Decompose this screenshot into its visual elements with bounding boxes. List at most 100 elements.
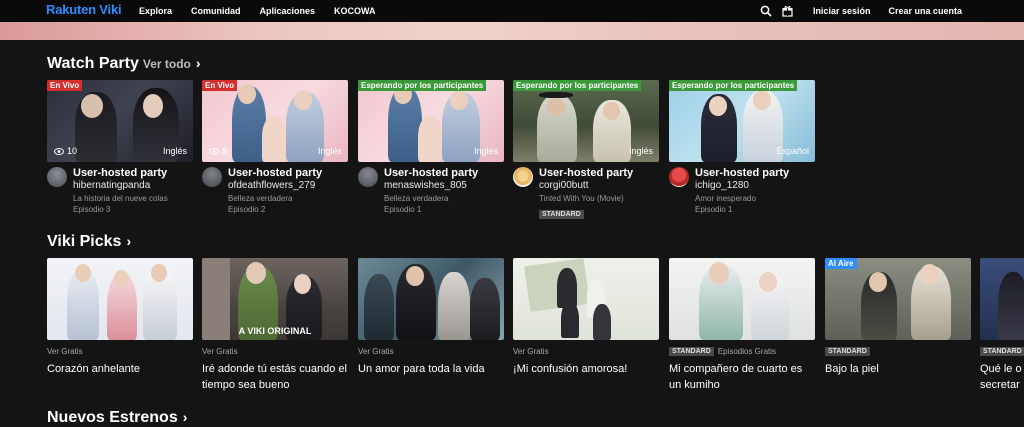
- waiting-badge: Esperando por los participantes: [513, 80, 642, 91]
- watch-party-card[interactable]: Esperando por los participantes Español …: [669, 80, 815, 221]
- viki-pick-card[interactable]: Ver Gratis Un amor para toda la vida: [358, 258, 504, 377]
- host-avatar[interactable]: [202, 167, 222, 187]
- party-thumbnail[interactable]: Esperando por los participantes Inglés: [513, 80, 659, 162]
- pick-thumbnail[interactable]: [669, 258, 815, 340]
- standard-tag: STANDARD: [669, 346, 714, 356]
- party-meta: User-hosted party ichigo_1280 Amor inesp…: [669, 167, 815, 221]
- new-releases-heading: Nuevos Estrenos ›: [47, 409, 187, 427]
- party-episode: Episodio 1: [695, 205, 733, 214]
- party-thumbnail[interactable]: En Vivo 10 Inglés: [47, 80, 193, 162]
- pick-availability: Ver Gratis: [513, 346, 549, 356]
- party-thumbnail[interactable]: En Vivo 8 Inglés: [202, 80, 348, 162]
- pick-title[interactable]: Iré adonde tú estás cuando el tiempo sea…: [202, 361, 348, 393]
- party-show-title: Amor inesperado: [695, 194, 756, 203]
- party-meta: User-hosted party hibernatingpanda La hi…: [47, 167, 193, 221]
- waiting-badge: Esperando por los participantes: [669, 80, 798, 91]
- viewer-count-value: 8: [222, 146, 228, 156]
- host-avatar[interactable]: [47, 167, 67, 187]
- chevron-right-icon[interactable]: ›: [183, 409, 188, 425]
- party-title[interactable]: User-hosted party: [228, 167, 348, 179]
- watch-party-card[interactable]: Esperando por los participantes Inglés U…: [513, 80, 659, 221]
- pick-thumbnail[interactable]: [980, 258, 1024, 340]
- create-account-link[interactable]: Crear una cuenta: [888, 6, 962, 16]
- viki-pick-card[interactable]: STANDARD Episodios Gratis Mi compañero d…: [669, 258, 815, 393]
- party-episode: Episodio 2: [228, 205, 266, 214]
- standard-tag: STANDARD: [980, 346, 1024, 356]
- party-episode: Episodio 3: [73, 205, 111, 214]
- pick-title[interactable]: Corazón anhelante: [47, 361, 193, 377]
- nav-links: Explora Comunidad Aplicaciones KOCOWA: [139, 0, 395, 22]
- host-avatar[interactable]: [358, 167, 378, 187]
- chevron-right-icon[interactable]: ›: [126, 233, 131, 249]
- nav-link-kocowa[interactable]: KOCOWA: [334, 6, 376, 16]
- pick-title[interactable]: Bajo la piel: [825, 361, 971, 377]
- party-thumbnail[interactable]: Esperando por los participantes Español: [669, 80, 815, 162]
- live-badge: En Vivo: [202, 80, 238, 91]
- see-all-link[interactable]: Ver todo: [143, 57, 191, 71]
- pick-availability: Ver Gratis: [358, 346, 394, 356]
- top-navbar: Rakuten Viki Explora Comunidad Aplicacio…: [0, 0, 1024, 22]
- live-badge: En Vivo: [47, 80, 83, 91]
- party-host-name[interactable]: ichigo_1280: [695, 180, 815, 191]
- pick-thumbnail[interactable]: Al Aire: [825, 258, 971, 340]
- party-title[interactable]: User-hosted party: [73, 167, 193, 179]
- viki-pick-card[interactable]: Ver Gratis ¡Mi confusión amorosa!: [513, 258, 659, 377]
- pick-thumbnail[interactable]: [513, 258, 659, 340]
- standard-tag: STANDARD: [825, 346, 870, 356]
- party-title[interactable]: User-hosted party: [539, 167, 659, 179]
- party-host-name[interactable]: corgi00butt: [539, 180, 659, 191]
- watch-party-card[interactable]: Esperando por los participantes Inglés U…: [358, 80, 504, 221]
- pick-title[interactable]: Qué le o secretar: [980, 361, 1024, 393]
- pick-title[interactable]: Mi compañero de cuarto es un kumiho: [669, 361, 815, 393]
- pick-availability: Ver Gratis: [202, 346, 238, 356]
- watch-party-card[interactable]: En Vivo 10 Inglés User-hosted party hibe…: [47, 80, 193, 221]
- pick-availability: STANDARD: [825, 346, 971, 356]
- party-host-name[interactable]: ofdeathflowers_279: [228, 180, 348, 191]
- party-host-name[interactable]: menaswishes_805: [384, 180, 504, 191]
- pick-meta: Ver Gratis Un amor para toda la vida: [358, 346, 504, 377]
- pick-meta: Ver Gratis ¡Mi confusión amorosa!: [513, 346, 659, 377]
- pick-availability: Ver Gratis: [47, 346, 83, 356]
- search-icon[interactable]: [759, 4, 773, 18]
- party-thumbnail[interactable]: Esperando por los participantes Inglés: [358, 80, 504, 162]
- new-releases-title[interactable]: Nuevos Estrenos: [47, 409, 178, 426]
- pick-thumbnail[interactable]: [358, 258, 504, 340]
- viki-pick-card[interactable]: Al Aire STANDARD Bajo la piel: [825, 258, 971, 377]
- pick-title[interactable]: Un amor para toda la vida: [358, 361, 504, 377]
- nav-link-aplicaciones[interactable]: Aplicaciones: [260, 6, 316, 16]
- nav-link-explora[interactable]: Explora: [139, 6, 172, 16]
- watch-party-card[interactable]: En Vivo 8 Inglés User-hosted party ofdea…: [202, 80, 348, 221]
- chevron-right-icon[interactable]: ›: [196, 55, 201, 71]
- pick-thumbnail[interactable]: [47, 258, 193, 340]
- language-label: Inglés: [162, 146, 187, 156]
- party-meta: User-hosted party ofdeathflowers_279 Bel…: [202, 167, 348, 221]
- viki-pick-card[interactable]: STANDARD Qué le o secretar: [980, 258, 1024, 393]
- host-avatar[interactable]: [513, 167, 533, 187]
- party-title[interactable]: User-hosted party: [384, 167, 504, 179]
- party-show-title: Belleza verdadera: [228, 194, 293, 203]
- viki-picks-title[interactable]: Viki Picks: [47, 233, 121, 250]
- pick-meta: STANDARD Qué le o secretar: [980, 346, 1024, 393]
- nav-link-comunidad[interactable]: Comunidad: [191, 6, 241, 16]
- pick-availability: STANDARD: [980, 346, 1024, 356]
- on-air-badge: Al Aire: [825, 258, 857, 269]
- viki-pick-card[interactable]: Ver Gratis Corazón anhelante: [47, 258, 193, 377]
- pick-title[interactable]: ¡Mi confusión amorosa!: [513, 361, 659, 377]
- language-label: Español: [776, 146, 809, 156]
- host-avatar[interactable]: [669, 167, 689, 187]
- pick-meta: STANDARD Bajo la piel: [825, 346, 971, 377]
- party-show-title: Belleza verdadera: [384, 194, 449, 203]
- pick-meta: Ver Gratis Corazón anhelante: [47, 346, 193, 377]
- pick-thumbnail[interactable]: A VIKI ORIGINAL: [202, 258, 348, 340]
- viki-pick-card[interactable]: A VIKI ORIGINAL Ver Gratis Iré adonde tú…: [202, 258, 348, 393]
- party-title[interactable]: User-hosted party: [695, 167, 815, 179]
- standard-tag: STANDARD: [539, 210, 584, 219]
- watch-party-heading: Watch Party Ver todo ›: [47, 55, 201, 73]
- pick-meta: STANDARD Episodios Gratis Mi compañero d…: [669, 346, 815, 393]
- hero-banner-strip[interactable]: [0, 22, 1024, 40]
- rakuten-viki-logo[interactable]: Rakuten Viki: [46, 2, 122, 17]
- gift-icon[interactable]: [781, 4, 795, 18]
- party-host-name[interactable]: hibernatingpanda: [73, 180, 193, 191]
- free-episodes-label: Episodios Gratis: [717, 346, 777, 356]
- sign-in-link[interactable]: Iniciar sesión: [813, 6, 871, 16]
